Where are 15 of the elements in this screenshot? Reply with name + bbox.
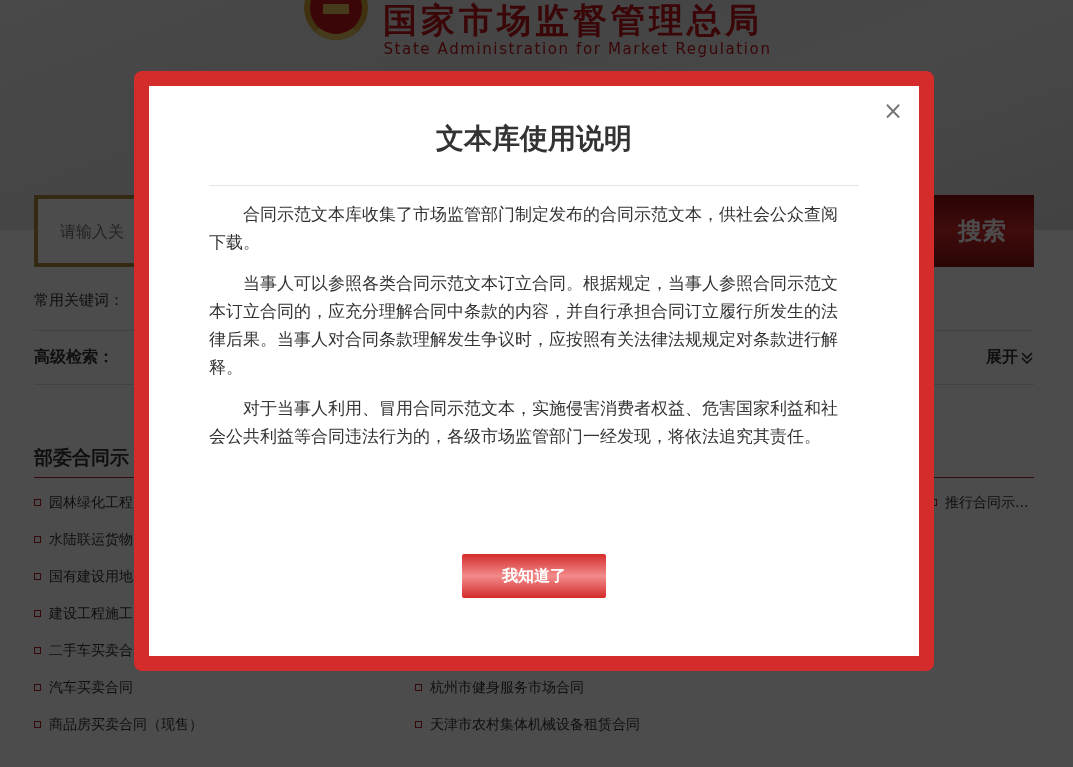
advanced-search-label: 高级检索： <box>34 347 114 368</box>
acknowledge-button[interactable]: 我知道了 <box>462 554 606 598</box>
contract-link[interactable]: 国有建设用地 <box>49 567 133 586</box>
dialog-paragraph: 合同示范文本库收集了市场监管部门制定发布的合同示范文本，供社会公众查阅下载。 <box>209 203 839 254</box>
section-title: 部委合同示 <box>34 446 129 468</box>
contract-link[interactable]: 建设工程施工 <box>49 604 133 623</box>
dialog-paragraph: 对于当事人利用、冒用合同示范文本，实施侵害消费者权益、危害国家利益和社会公共利益等合同违法行为的，各级市场监管部门一经发现，将依法追究其责任。 <box>209 397 839 448</box>
keywords-label: 常用关键词： <box>34 291 124 309</box>
contract-link[interactable]: 水陆联运货物 <box>49 530 133 549</box>
close-button[interactable]: × <box>882 98 903 124</box>
dialog-title: 文本库使用说明 <box>436 121 632 157</box>
dialog-paragraph: 当事人可以参照各类合同示范文本订立合同。根据规定，当事人参照合同示范文本订立合同的，应充分理解合同中条款的内容，并自行承担合同订立履行所发生的法律后果。当事人对合同条款理解发生争议时，应按照有关法律法规规定对条款进行解释。 <box>209 272 839 379</box>
contract-link[interactable]: 园林绿化工程 <box>49 493 133 512</box>
site-title: 国家市场监督管理总局 <box>383 0 765 40</box>
site-subtitle: State Administration for Market Regulation <box>383 40 772 58</box>
